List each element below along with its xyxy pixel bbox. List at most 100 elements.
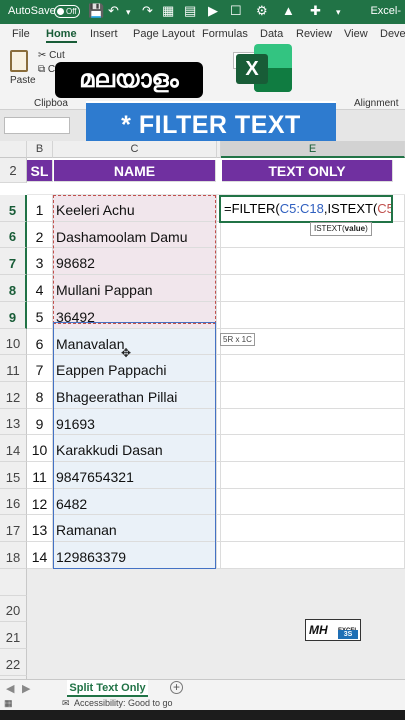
tooltip-close: ) <box>365 224 368 233</box>
sl-cell[interactable]: 10 <box>27 435 53 462</box>
row-header[interactable]: 6 <box>0 222 27 248</box>
sl-cell[interactable]: 11 <box>27 462 53 489</box>
save-icon[interactable]: 💾 <box>88 3 104 19</box>
row-header[interactable]: 9 <box>0 302 27 329</box>
quick-access-2-icon[interactable]: ▤ <box>184 3 196 19</box>
worksheet-grid[interactable]: B C E 2 SL NAME TEXT ONLY 5 1 Keeleri Achu… <box>0 141 405 679</box>
tab-formulas[interactable]: Formulas <box>202 28 248 40</box>
text-only-cell[interactable] <box>221 542 405 569</box>
header-name[interactable]: NAME <box>54 160 216 182</box>
ribbon-tabs: File Home Insert Page Layout Formulas Da… <box>0 24 405 44</box>
row-header[interactable]: 5 <box>0 195 27 222</box>
autosave-toggle[interactable]: Off <box>54 5 80 18</box>
watermark-logo: MHEXCEL3S <box>305 619 361 641</box>
sl-cell[interactable]: 7 <box>27 355 53 382</box>
accessibility-icon[interactable]: ✉ <box>62 698 70 709</box>
text-only-cell[interactable] <box>221 435 405 462</box>
sl-cell[interactable]: 2 <box>27 222 53 248</box>
redo-icon[interactable]: ↷ <box>142 3 153 19</box>
row-header[interactable]: 14 <box>0 435 27 462</box>
row-header[interactable]: 11 <box>0 355 27 382</box>
ready-icon: ▦ <box>4 698 13 708</box>
paste-button[interactable]: Paste <box>10 75 36 86</box>
cut-button[interactable]: ✂ Cut <box>38 50 65 61</box>
accessibility-status[interactable]: Accessibility: Good to go <box>74 698 173 708</box>
quick-access-4-icon[interactable]: ☐ <box>230 3 242 19</box>
select-all-corner[interactable] <box>0 141 27 158</box>
sl-cell[interactable]: 5 <box>27 302 53 329</box>
row-header[interactable]: 20 <box>0 596 27 622</box>
header-sl[interactable]: SL <box>27 160 53 182</box>
tab-page-layout[interactable]: Page Layout <box>133 28 195 40</box>
text-only-cell[interactable] <box>221 382 405 409</box>
sl-cell[interactable]: 1 <box>27 195 53 222</box>
selection-size-tip: 5R x 1C <box>220 333 255 346</box>
sheet-tab-split-text-only[interactable]: Split Text Only <box>67 680 148 697</box>
quick-access-6-icon[interactable]: ▲ <box>282 3 295 18</box>
tab-view[interactable]: View <box>344 28 368 40</box>
tab-file[interactable]: File <box>12 28 30 40</box>
tab-home[interactable]: Home <box>46 28 77 43</box>
add-sheet-icon[interactable]: + <box>170 681 183 694</box>
column-header-e[interactable]: E <box>221 141 405 158</box>
next-sheet-icon[interactable]: ▶ <box>22 682 30 695</box>
row-header[interactable]: 10 <box>0 329 27 355</box>
sl-cell[interactable]: 9 <box>27 409 53 435</box>
text-only-cell[interactable] <box>221 489 405 515</box>
prev-sheet-icon[interactable]: ◀ <box>6 682 14 695</box>
row-header[interactable]: 22 <box>0 649 27 676</box>
header-text-only[interactable]: TEXT ONLY <box>222 160 393 182</box>
copy-button[interactable]: ⧉ C <box>38 64 55 75</box>
tab-insert[interactable]: Insert <box>90 28 118 40</box>
column-header-b[interactable]: B <box>27 141 53 158</box>
name-box[interactable] <box>4 117 70 134</box>
paste-icon[interactable] <box>10 50 28 72</box>
text-only-cell[interactable] <box>221 275 405 302</box>
undo-dropdown-icon[interactable]: ▾ <box>126 7 131 18</box>
sl-cell[interactable]: 4 <box>27 275 53 302</box>
text-only-cell[interactable] <box>221 355 405 382</box>
text-only-cell[interactable] <box>221 462 405 489</box>
undo-icon[interactable]: ↶ <box>108 3 119 19</box>
row-header[interactable]: 12 <box>0 382 27 409</box>
text-only-cell[interactable] <box>221 515 405 542</box>
row-header[interactable]: 21 <box>0 622 27 649</box>
tab-review[interactable]: Review <box>296 28 332 40</box>
quick-access-5-icon[interactable]: ⚙ <box>256 3 268 19</box>
row-header[interactable]: 13 <box>0 409 27 435</box>
formula-fn-2: ,ISTEXT( <box>323 201 378 216</box>
row-header[interactable]: 15 <box>0 462 27 489</box>
row-header[interactable]: 7 <box>0 248 27 275</box>
row-header[interactable] <box>0 569 27 596</box>
sl-cell[interactable]: 12 <box>27 489 53 515</box>
quick-access-3-icon[interactable]: ▶ <box>208 3 218 19</box>
row-header[interactable]: 16 <box>0 489 27 515</box>
formula-fn: =FILTER( <box>224 201 280 216</box>
row-header[interactable]: 2 <box>0 158 27 183</box>
text-only-cell[interactable] <box>221 248 405 275</box>
watermark-initials: MH <box>309 623 328 637</box>
active-cell-e5[interactable]: =FILTER(C5:C18,ISTEXT(C5:C9 <box>219 195 393 223</box>
sl-cell[interactable]: 3 <box>27 248 53 275</box>
row-header[interactable]: 18 <box>0 542 27 569</box>
sl-cell[interactable]: 13 <box>27 515 53 542</box>
row-header[interactable]: 17 <box>0 515 27 542</box>
sl-cell[interactable]: 14 <box>27 542 53 569</box>
sl-cell[interactable]: 8 <box>27 382 53 409</box>
status-bar: ▦ ✉ Accessibility: Good to go <box>0 697 405 710</box>
row-header[interactable]: 8 <box>0 275 27 302</box>
function-tooltip[interactable]: ISTEXT(value) <box>310 222 372 236</box>
app-title: Excel- <box>370 5 401 17</box>
text-only-cell[interactable] <box>221 409 405 435</box>
tab-data[interactable]: Data <box>260 28 283 40</box>
quick-access-7-icon[interactable]: ✚ <box>310 3 321 19</box>
sheet-tab-bar: ◀ ▶ Split Text Only + <box>0 679 405 697</box>
formula-ref-1: C5:C18 <box>279 201 324 216</box>
column-header-c[interactable]: C <box>53 141 217 158</box>
taskbar <box>0 710 405 720</box>
quick-access-1-icon[interactable]: ▦ <box>162 3 174 19</box>
tab-developer[interactable]: Devel <box>380 28 405 40</box>
customize-qa-icon[interactable]: ▾ <box>336 7 341 18</box>
text-only-cell[interactable] <box>221 302 405 329</box>
sl-cell[interactable]: 6 <box>27 329 53 355</box>
